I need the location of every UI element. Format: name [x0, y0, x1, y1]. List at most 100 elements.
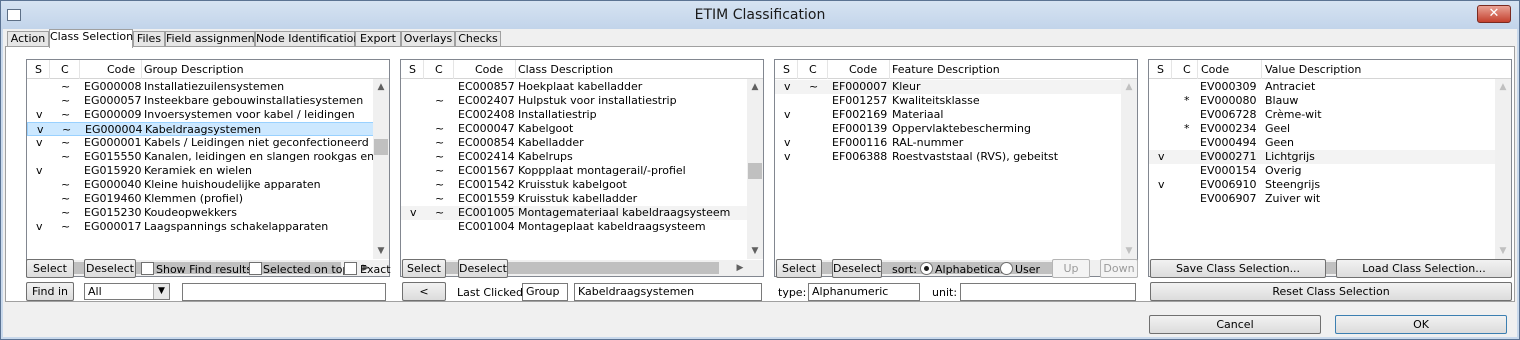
- scroll-up-icon[interactable]: ▲: [747, 79, 763, 95]
- chevron-down-icon[interactable]: ▼: [153, 284, 169, 299]
- scroll-thumb[interactable]: [374, 139, 388, 155]
- value-row[interactable]: EV006728 Crème-wit: [1149, 108, 1496, 122]
- value-row[interactable]: EV000494 Geen: [1149, 136, 1496, 150]
- group-row[interactable]: ~ EG000008 Installatiezuilensystemen: [27, 80, 374, 94]
- col-header-s[interactable]: S: [1157, 63, 1164, 76]
- col-header-desc[interactable]: Feature Description: [892, 63, 1000, 76]
- save-class-selection-button[interactable]: Save Class Selection...: [1150, 259, 1326, 278]
- group-row[interactable]: ~ EG019460 Klemmen (profiel): [27, 192, 374, 206]
- feature-row[interactable]: v EF002169 Materiaal: [775, 108, 1122, 122]
- group-row[interactable]: ~ EG000057 Insteekbare gebouwinstallatiesy…: [27, 94, 374, 108]
- value-row[interactable]: * EV000080 Blauw: [1149, 94, 1496, 108]
- scroll-up-icon[interactable]: ▲: [373, 79, 389, 95]
- tab-checks[interactable]: Checks: [455, 31, 501, 47]
- scroll-down-icon[interactable]: ▼: [747, 243, 763, 259]
- value-row[interactable]: v EV000271 Lichtgrijs: [1149, 150, 1496, 164]
- col-header-s[interactable]: S: [783, 63, 790, 76]
- col-header-code[interactable]: Code: [475, 63, 503, 76]
- classe-row[interactable]: EC002408 Installatiestrip: [401, 108, 748, 122]
- col-header-desc[interactable]: Class Description: [518, 63, 613, 76]
- sort-alphabetical-radio[interactable]: [920, 262, 933, 275]
- group-row[interactable]: v ~ EG000017 Laagspannings schakelapparaten: [27, 220, 374, 234]
- group-row[interactable]: v ~ EG000009 Invoersystemen voor kabel / le…: [27, 108, 374, 122]
- classe-row[interactable]: ~ EC001567 Koppplaat montagerail/-profiel: [401, 164, 748, 178]
- group-vscrollbar[interactable]: ▲ ▼: [373, 79, 389, 259]
- col-header-c[interactable]: C: [435, 63, 443, 76]
- value-list[interactable]: S C Code Value Description EV000309 Antra…: [1148, 59, 1512, 277]
- class-vscrollbar[interactable]: ▲ ▼: [747, 79, 763, 259]
- class-select-button[interactable]: Select: [402, 259, 446, 278]
- scroll-thumb[interactable]: [748, 163, 762, 179]
- classe-row[interactable]: v ~ EC001005 Montagemateriaal kabeldraagsys…: [401, 206, 748, 220]
- feature-row[interactable]: v ~ EF000007 Kleur: [775, 80, 1122, 94]
- feature-select-button[interactable]: Select: [776, 259, 822, 278]
- group-row[interactable]: v EG015920 Keramiek en wielen: [27, 164, 374, 178]
- tab-export[interactable]: Export: [355, 31, 401, 47]
- col-header-desc[interactable]: Value Description: [1265, 63, 1361, 76]
- value-row[interactable]: v EV006910 Steengrijs: [1149, 178, 1496, 192]
- feature-list[interactable]: S C Code Feature Description v ~ EF000007 K…: [774, 59, 1138, 277]
- show-find-results-checkbox[interactable]: [141, 262, 154, 275]
- feature-vscrollbar[interactable]: ▲ ▼: [1121, 79, 1137, 259]
- group-row[interactable]: v ~ EG000004 Kabeldraagsystemen: [27, 122, 374, 136]
- classe-row[interactable]: ~ EC002414 Kabelrups: [401, 150, 748, 164]
- col-header-c[interactable]: C: [61, 63, 69, 76]
- group-row[interactable]: v ~ EG000001 Kabels / Leidingen niet geconf…: [27, 136, 374, 150]
- selected-on-top-checkbox[interactable]: [249, 262, 262, 275]
- class-list[interactable]: S C Code Class Description EC000857 Hoekp…: [400, 59, 764, 277]
- scroll-right-icon[interactable]: ▶: [732, 260, 748, 276]
- classe-row[interactable]: EC000857 Hoekplaat kabelladder: [401, 80, 748, 94]
- exact-checkbox[interactable]: [344, 262, 357, 275]
- scroll-up-icon[interactable]: ▲: [1121, 79, 1137, 95]
- back-button[interactable]: <: [402, 282, 446, 301]
- ok-button[interactable]: OK: [1335, 315, 1507, 334]
- scroll-down-icon[interactable]: ▼: [1121, 243, 1137, 259]
- classe-row[interactable]: ~ EC001542 Kruisstuk kabelgoot: [401, 178, 748, 192]
- tab-overlays[interactable]: Overlays: [401, 31, 455, 47]
- value-row[interactable]: * EV000234 Geel: [1149, 122, 1496, 136]
- find-in-button[interactable]: Find in: [26, 282, 74, 301]
- group-select-button[interactable]: Select: [26, 259, 74, 278]
- col-header-code[interactable]: Code: [1201, 63, 1229, 76]
- col-header-desc[interactable]: Group Description: [144, 63, 244, 76]
- scroll-down-icon[interactable]: ▼: [373, 243, 389, 259]
- value-row[interactable]: EV000154 Overig: [1149, 164, 1496, 178]
- feature-row[interactable]: v EF006388 Roestvaststaal (RVS), gebeitst: [775, 150, 1122, 164]
- cancel-button[interactable]: Cancel: [1149, 315, 1321, 334]
- value-vscrollbar[interactable]: ▲ ▼: [1495, 79, 1511, 259]
- value-row[interactable]: EV000309 Antraciet: [1149, 80, 1496, 94]
- move-down-button[interactable]: Down: [1100, 259, 1138, 278]
- tab-action[interactable]: Action: [7, 31, 49, 47]
- tab-class-selection[interactable]: Class Selection: [49, 29, 133, 48]
- col-header-code[interactable]: Code: [849, 63, 877, 76]
- col-header-s[interactable]: S: [35, 63, 42, 76]
- tab-node-identification[interactable]: Node Identification: [255, 31, 360, 47]
- feature-row[interactable]: EF000139 Oppervlaktebescherming: [775, 122, 1122, 136]
- move-up-button[interactable]: Up: [1052, 259, 1090, 278]
- group-list[interactable]: S C Code Group Description ~ EG000008 Inst…: [26, 59, 390, 277]
- tab-files[interactable]: Files: [133, 31, 165, 47]
- col-header-c[interactable]: C: [1183, 63, 1191, 76]
- group-row[interactable]: ~ EG015550 Kanalen, leidingen en slangen r…: [27, 150, 389, 164]
- classe-row[interactable]: ~ EC000047 Kabelgoot: [401, 122, 748, 136]
- close-button[interactable]: ✕: [1477, 5, 1511, 23]
- reset-class-selection-button[interactable]: Reset Class Selection: [1150, 282, 1512, 301]
- classe-row[interactable]: ~ EC002407 Hulpstuk voor installatiestrip: [401, 94, 748, 108]
- find-in-select[interactable]: All ▼: [84, 283, 170, 300]
- load-class-selection-button[interactable]: Load Class Selection...: [1336, 259, 1512, 278]
- value-row[interactable]: EV006907 Zuiver wit: [1149, 192, 1496, 206]
- class-deselect-button[interactable]: Deselect: [458, 259, 508, 278]
- sort-user-radio[interactable]: [1000, 262, 1013, 275]
- feature-row[interactable]: EF001257 Kwaliteitsklasse: [775, 94, 1122, 108]
- tab-field-assignment[interactable]: Field assignment: [165, 31, 259, 47]
- feature-row[interactable]: v EF000116 RAL-nummer: [775, 136, 1122, 150]
- classe-row[interactable]: ~ EC001559 Kruisstuk kabelladder: [401, 192, 748, 206]
- find-input[interactable]: [182, 283, 386, 301]
- col-header-code[interactable]: Code: [107, 63, 135, 76]
- col-header-s[interactable]: S: [409, 63, 416, 76]
- class-hscrollbar[interactable]: ◀ ▶: [401, 260, 748, 276]
- classe-row[interactable]: ~ EC000854 Kabelladder: [401, 136, 748, 150]
- scroll-up-icon[interactable]: ▲: [1495, 79, 1511, 95]
- group-deselect-button[interactable]: Deselect: [84, 259, 136, 278]
- classe-row[interactable]: EC001004 Montageplaat kabeldraagsysteem: [401, 220, 748, 234]
